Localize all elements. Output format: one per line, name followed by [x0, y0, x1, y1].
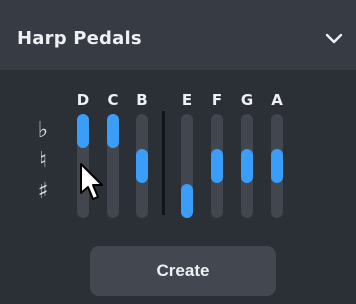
pedal-divider — [162, 111, 165, 215]
panel-header[interactable]: Harp Pedals — [0, 0, 356, 70]
pedal-track-c[interactable] — [107, 114, 119, 218]
pedal-track-e[interactable] — [181, 114, 193, 218]
pedal-knob-g[interactable] — [241, 149, 253, 183]
create-button[interactable]: Create — [90, 246, 276, 296]
pedal-track-b[interactable] — [136, 114, 148, 218]
pedal-knob-c[interactable] — [107, 114, 119, 148]
pedal-label-c: C — [107, 91, 119, 109]
flat-label: ♭ — [37, 118, 49, 143]
pedal-track-a[interactable] — [271, 114, 283, 218]
pedal-knob-d[interactable] — [77, 114, 89, 148]
natural-label: ♮ — [39, 148, 47, 173]
pedal-knob-b[interactable] — [136, 149, 148, 183]
pedal-label-b: B — [136, 91, 148, 109]
pedal-label-f: F — [211, 91, 223, 109]
mouse-pointer-icon — [80, 163, 103, 200]
pedal-track-g[interactable] — [241, 114, 253, 218]
panel-title: Harp Pedals — [17, 28, 142, 49]
pedal-label-a: A — [271, 91, 283, 109]
pedal-knob-e[interactable] — [181, 184, 193, 218]
pedal-track-f[interactable] — [211, 114, 223, 218]
chevron-down-icon[interactable] — [325, 33, 343, 45]
pedal-knob-a[interactable] — [271, 149, 283, 183]
pedal-label-d: D — [76, 91, 90, 109]
pedal-label-g: G — [240, 91, 254, 109]
sharp-label: ♯ — [37, 179, 49, 204]
pedal-label-e: E — [181, 91, 193, 109]
pedal-knob-f[interactable] — [211, 149, 223, 183]
